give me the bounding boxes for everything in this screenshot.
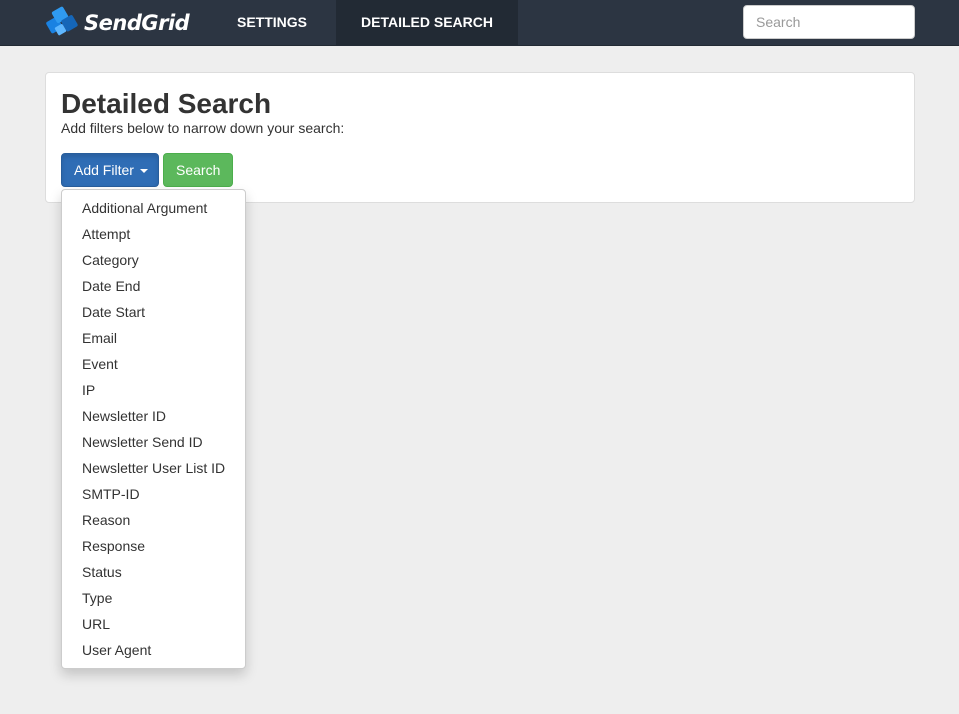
page-title: Detailed Search bbox=[61, 88, 272, 119]
add-filter-button[interactable]: Add Filter bbox=[61, 153, 159, 187]
add-filter-label: Add Filter bbox=[74, 162, 134, 178]
nav-search-input[interactable] bbox=[743, 5, 915, 39]
filter-option-user-agent[interactable]: User Agent bbox=[62, 637, 245, 663]
sendgrid-logo-icon bbox=[46, 6, 78, 36]
filter-option-smtp-id[interactable]: SMTP-ID bbox=[62, 481, 245, 507]
filter-option-newsletter-user-list-id[interactable]: Newsletter User List ID bbox=[62, 455, 245, 481]
filter-option-ip[interactable]: IP bbox=[62, 377, 245, 403]
filter-option-date-start[interactable]: Date Start bbox=[62, 299, 245, 325]
filter-option-newsletter-send-id[interactable]: Newsletter Send ID bbox=[62, 429, 245, 455]
filter-option-reason[interactable]: Reason bbox=[62, 507, 245, 533]
nav-settings[interactable]: SETTINGS bbox=[222, 0, 322, 46]
page-subtitle: Add filters below to narrow down your se… bbox=[61, 120, 345, 136]
filter-option-url[interactable]: URL bbox=[62, 611, 245, 637]
filter-option-date-end[interactable]: Date End bbox=[62, 273, 245, 299]
filter-option-response[interactable]: Response bbox=[62, 533, 245, 559]
brand-name: SendGrid bbox=[84, 11, 190, 35]
filter-option-additional-argument[interactable]: Additional Argument bbox=[62, 195, 245, 221]
filter-option-status[interactable]: Status bbox=[62, 559, 245, 585]
filter-dropdown-menu: Additional Argument Attempt Category Dat… bbox=[61, 189, 246, 669]
top-navbar: SendGrid SETTINGS DETAILED SEARCH bbox=[0, 0, 959, 46]
search-button[interactable]: Search bbox=[163, 153, 233, 187]
filter-option-event[interactable]: Event bbox=[62, 351, 245, 377]
caret-down-icon bbox=[139, 169, 148, 174]
filter-option-newsletter-id[interactable]: Newsletter ID bbox=[62, 403, 245, 429]
filter-option-category[interactable]: Category bbox=[62, 247, 245, 273]
filter-option-type[interactable]: Type bbox=[62, 585, 245, 611]
brand[interactable]: SendGrid bbox=[44, 4, 190, 42]
filter-option-attempt[interactable]: Attempt bbox=[62, 221, 245, 247]
nav-detailed-search[interactable]: DETAILED SEARCH bbox=[336, 0, 518, 46]
filter-option-email[interactable]: Email bbox=[62, 325, 245, 351]
